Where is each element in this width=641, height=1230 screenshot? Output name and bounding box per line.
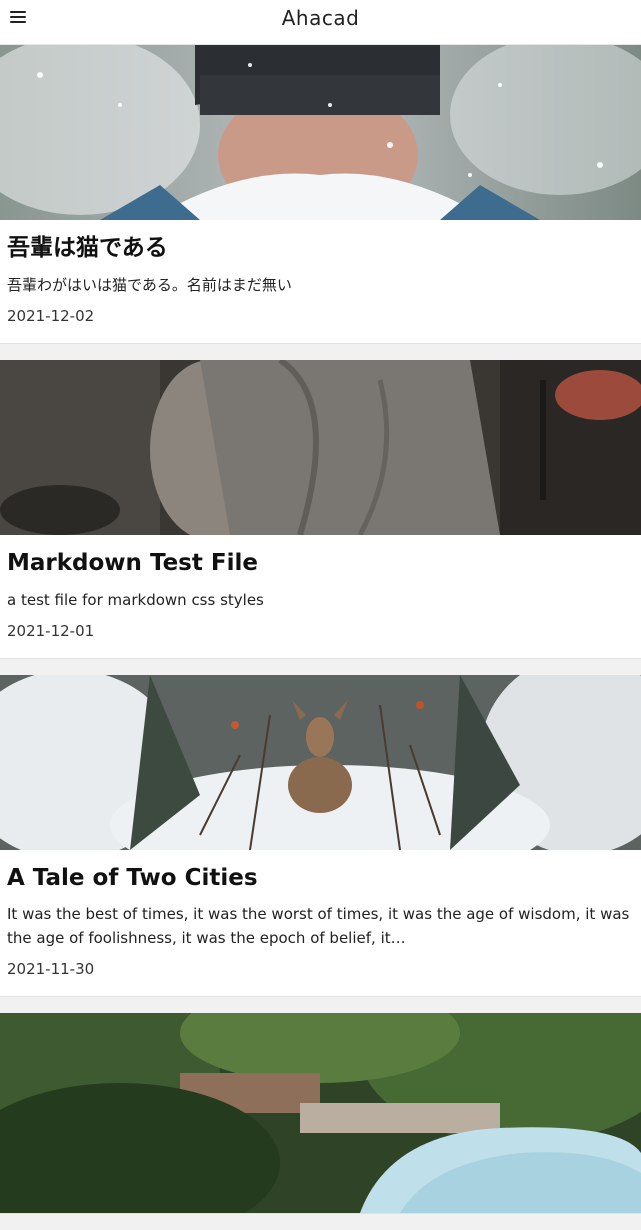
post-thumbnail[interactable] xyxy=(0,674,641,850)
top-bar: Ahacad xyxy=(0,0,641,45)
post-thumbnail[interactable] xyxy=(0,45,641,220)
post-card[interactable]: Markdown Test File a test file for markd… xyxy=(0,359,641,659)
post-thumbnail[interactable] xyxy=(0,359,641,535)
post-body: 吾輩は猫である 吾輩わがはいは猫である。名前はまだ無い 2021-12-02 xyxy=(0,220,641,343)
post-date: 2021-12-01 xyxy=(7,621,95,640)
post-excerpt: a test file for markdown css styles xyxy=(7,590,264,609)
post-card[interactable]: A Tale of Two Cities It was the best of … xyxy=(0,674,641,998)
post-title[interactable]: 吾輩は猫である xyxy=(7,234,634,263)
post-thumbnail[interactable] xyxy=(0,1013,641,1214)
post-excerpt: It was the best of times, it was the wor… xyxy=(7,905,630,948)
post-body: A Tale of Two Cities It was the best of … xyxy=(0,850,641,997)
post-date: 2021-12-02 xyxy=(7,306,95,325)
post-card[interactable] xyxy=(0,1013,641,1215)
post-date: 2021-11-30 xyxy=(7,960,95,979)
post-feed: 吾輩は猫である 吾輩わがはいは猫である。名前はまだ無い 2021-12-02 M… xyxy=(0,45,641,1230)
post-body: Markdown Test File a test file for markd… xyxy=(0,535,641,658)
post-title[interactable]: A Tale of Two Cities xyxy=(7,864,634,893)
post-excerpt: 吾輩わがはいは猫である。名前はまだ無い xyxy=(7,275,292,294)
site-title[interactable]: Ahacad xyxy=(0,6,641,30)
post-card[interactable]: 吾輩は猫である 吾輩わがはいは猫である。名前はまだ無い 2021-12-02 xyxy=(0,45,641,344)
post-title[interactable]: Markdown Test File xyxy=(7,549,634,578)
